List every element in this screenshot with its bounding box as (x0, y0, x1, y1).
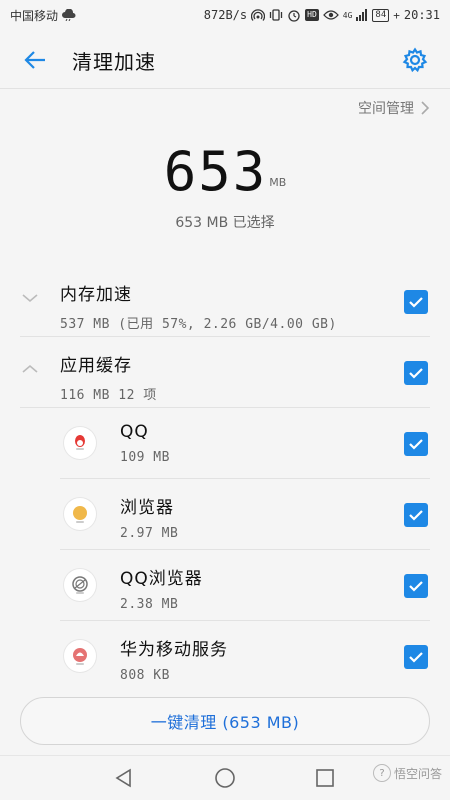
checkmark-icon (409, 652, 423, 663)
nav-back-button[interactable] (112, 766, 136, 790)
app-row-qq-browser[interactable]: QQ浏览器 2.38 MB (0, 550, 450, 621)
total-size-display: 653 MB (0, 140, 450, 210)
page-title: 清理加速 (72, 49, 156, 74)
clock: 20:31 (403, 8, 440, 22)
chevron-right-icon (421, 101, 430, 115)
settings-button[interactable] (400, 45, 430, 75)
header-divider (0, 88, 450, 89)
app-name: 华为移动服务 (120, 640, 228, 660)
app-text: 华为移动服务 808 KB (120, 635, 228, 683)
net-speed: 872B/s (203, 8, 248, 22)
checkmark-icon (409, 297, 423, 308)
memory-acceleration-checkbox[interactable] (404, 290, 428, 314)
cloud-icon (62, 8, 76, 22)
alarm-icon (287, 8, 301, 22)
item-name: 应用缓存 (60, 356, 132, 376)
one-key-clean-button[interactable]: 一键清理 (653 MB) (20, 697, 430, 745)
watermark-logo-icon: ? (372, 764, 391, 782)
huawei-mobile-services-icon (64, 640, 96, 672)
arrow-left-icon (24, 51, 45, 69)
square-recents-icon (316, 769, 334, 787)
qq-browser-icon (64, 569, 96, 601)
status-left: 中国移动 (10, 7, 76, 24)
status-bar: 中国移动 872B/s HD 4G 84 + 20:31 (0, 0, 450, 30)
network-type: 4G (342, 10, 353, 20)
app-checkbox[interactable] (404, 645, 428, 669)
app-cache-row[interactable]: 应用缓存 116 MB 12 项 (0, 337, 450, 408)
app-name: QQ (120, 422, 149, 442)
qq-icon (64, 427, 96, 459)
app-row-huawei-mobile-services[interactable]: 华为移动服务 808 KB (0, 621, 450, 692)
app-header: 清理加速 (0, 30, 450, 90)
checkmark-icon (409, 368, 423, 379)
status-right: 872B/s HD 4G 84 + 20:31 (204, 8, 440, 22)
app-checkbox[interactable] (404, 503, 428, 527)
checkmark-icon (409, 439, 423, 450)
nav-recents-button[interactable] (313, 766, 337, 790)
cleanup-list: 内存加速 537 MB (已用 57%, 2.26 GB/4.00 GB) 应用… (0, 266, 450, 692)
back-button[interactable] (20, 45, 50, 75)
watermark-text: 悟空问答 (393, 766, 442, 781)
item-detail: 537 MB (已用 57%, 2.26 GB/4.00 GB) (60, 317, 337, 332)
app-size: 808 KB (120, 668, 170, 683)
eye-comfort-icon (322, 8, 339, 22)
checkmark-icon (409, 510, 423, 521)
watermark: ? 悟空问答 (372, 764, 442, 782)
app-row-browser[interactable]: 浏览器 2.97 MB (0, 479, 450, 550)
hd-icon: HD (305, 9, 319, 21)
carrier-name: 中国移动 (10, 8, 59, 23)
chevron-down-icon[interactable] (20, 288, 40, 308)
signal-icon (356, 8, 368, 22)
selected-summary: 653 MB 已选择 (175, 215, 275, 231)
app-size: 2.38 MB (120, 597, 179, 612)
app-checkbox[interactable] (404, 574, 428, 598)
circle-home-icon (215, 768, 235, 788)
app-checkbox[interactable] (404, 432, 428, 456)
triangle-back-icon (115, 768, 131, 788)
item-detail: 116 MB 12 项 (60, 388, 157, 403)
memory-acceleration-row[interactable]: 内存加速 537 MB (已用 57%, 2.26 GB/4.00 GB) (0, 266, 450, 337)
item-name: 内存加速 (60, 285, 132, 305)
app-cache-text: 应用缓存 116 MB 12 项 (60, 351, 157, 403)
total-size-unit: MB (269, 176, 287, 189)
app-cache-checkbox[interactable] (404, 361, 428, 385)
app-size: 2.97 MB (120, 526, 179, 541)
nav-home-button[interactable] (213, 766, 237, 790)
app-name: QQ浏览器 (120, 569, 203, 589)
checkmark-icon (409, 581, 423, 592)
app-text: QQ 109 MB (120, 422, 170, 465)
gear-icon (402, 47, 428, 73)
hotspot-icon (251, 8, 266, 22)
browser-icon (64, 498, 96, 530)
chevron-up-icon[interactable] (20, 359, 40, 379)
memory-acceleration-text: 内存加速 537 MB (已用 57%, 2.26 GB/4.00 GB) (60, 280, 337, 332)
app-size: 109 MB (120, 450, 170, 465)
charging-icon: + (393, 8, 400, 22)
total-size-value: 653 (163, 140, 268, 203)
app-text: 浏览器 2.97 MB (120, 493, 178, 541)
app-text: QQ浏览器 2.38 MB (120, 564, 203, 612)
app-row-qq[interactable]: QQ 109 MB (0, 408, 450, 479)
battery-icon: 84 (372, 8, 390, 22)
space-management-label: 空间管理 (358, 101, 414, 117)
app-name: 浏览器 (120, 498, 174, 518)
space-management-link[interactable]: 空间管理 (358, 96, 430, 120)
vibrate-icon (269, 8, 283, 22)
